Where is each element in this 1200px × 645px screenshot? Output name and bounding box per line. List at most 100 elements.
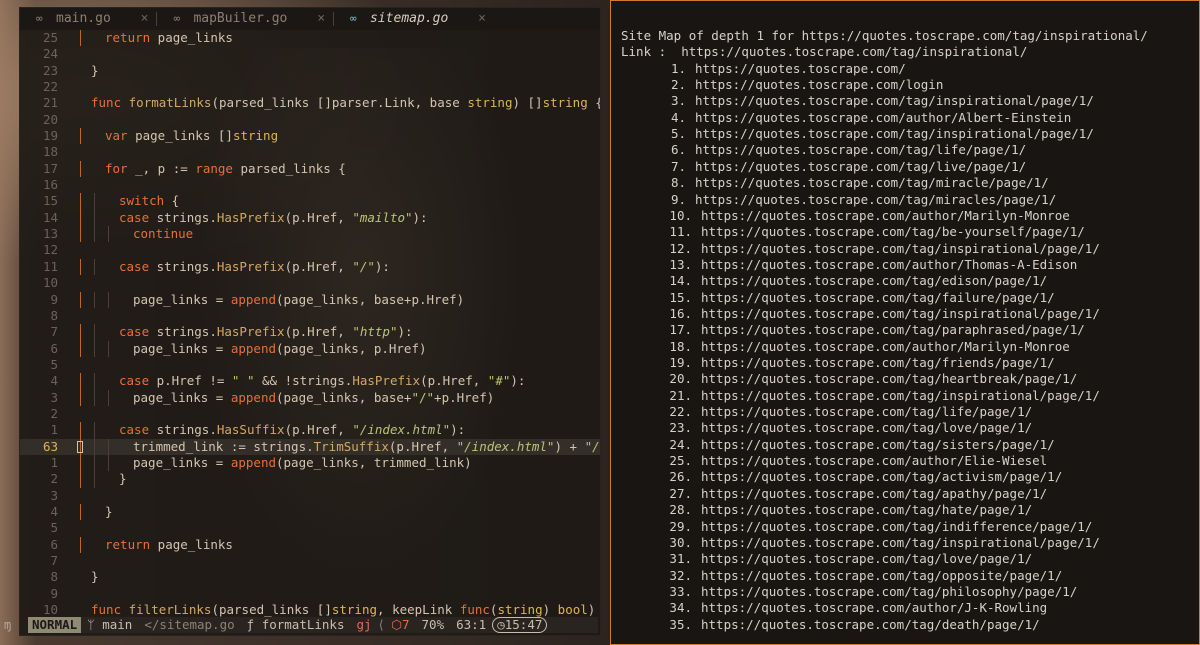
terminal-pane[interactable]: Site Map of depth 1 for https://quotes.t… [610,0,1200,645]
link-url[interactable]: https://quotes.toscrape.com/tag/edison/p… [692,273,1047,288]
link-number: 23. [669,420,692,436]
link-url[interactable]: https://quotes.toscrape.com/tag/inspirat… [692,241,1100,256]
line-number: 7 [50,324,58,340]
code-line[interactable]: 11 case strings.HasPrefix(p.Href, "/"): [20,258,600,276]
sitemap-header: Site Map of depth 1 for https://quotes.t… [621,28,1148,43]
link-url[interactable]: https://quotes.toscrape.com/ [686,61,906,76]
code-line[interactable]: 7 [20,553,600,569]
link-url[interactable]: https://quotes.toscrape.com/tag/friends/… [692,355,1055,370]
code-line[interactable]: 4} [20,503,600,521]
link-url[interactable]: https://quotes.toscrape.com/tag/live/pag… [686,159,1026,174]
link-url[interactable]: https://quotes.toscrape.com/author/Elie-… [692,453,1047,468]
code-line[interactable]: 10 [20,275,600,291]
link-url[interactable]: https://quotes.toscrape.com/tag/opposite… [692,568,1062,583]
link-url[interactable]: https://quotes.toscrape.com/tag/inspirat… [686,126,1094,141]
link-url[interactable]: https://quotes.toscrape.com/tag/death/pa… [692,617,1040,632]
code-line[interactable]: 20 [20,112,600,128]
code-token: strings. [149,324,217,340]
close-icon[interactable]: × [317,11,325,26]
code-line[interactable]: 3 page_links = append(page_links, base+"/… [20,389,600,406]
code-line[interactable]: 22 [20,79,600,95]
link-url[interactable]: https://quotes.toscrape.com/tag/inspirat… [692,388,1100,403]
link-url[interactable]: https://quotes.toscrape.com/tag/sisters/… [692,437,1055,452]
link-url[interactable]: https://quotes.toscrape.com/tag/love/pag… [692,551,1032,566]
code-line[interactable]: 8 [20,308,600,324]
link-url[interactable]: https://quotes.toscrape.com/author/J-K-R… [692,600,1047,615]
link-url[interactable]: https://quotes.toscrape.com/tag/be-yours… [692,224,1085,239]
code-line[interactable]: 15 switch { [20,193,600,210]
code-line[interactable]: 12 [20,242,600,258]
link-number: 6. [670,142,686,158]
link-url[interactable]: https://quotes.toscrape.com/author/Thoma… [692,257,1077,272]
link-url[interactable]: https://quotes.toscrape.com/tag/life/pag… [686,142,1026,157]
code-line[interactable]: 21 func formatLinks(parsed_links []parser… [20,95,600,111]
link-url[interactable]: https://quotes.toscrape.com/tag/philosop… [692,584,1077,599]
code-text: } [91,569,99,585]
link-url[interactable]: https://quotes.toscrape.com/tag/apathy/p… [692,486,1047,501]
tab-main-go[interactable]: ∞ main.go × [20,8,156,30]
code-token: "#" [487,373,511,389]
code-token: "http" [352,324,398,340]
code-line[interactable]: 25 return page_links [20,30,600,47]
code-line[interactable]: 13 continue [20,226,600,243]
link-url[interactable]: https://quotes.toscrape.com/tag/life/pag… [692,404,1032,419]
link-url[interactable]: https://quotes.toscrape.com/tag/hate/pag… [692,502,1032,517]
code-line[interactable]: 8} [20,569,600,585]
link-url[interactable]: https://quotes.toscrape.com/tag/miracle/… [686,175,1049,190]
indent-guide [80,340,81,357]
code-line[interactable]: 17 for _, p := range parsed_links { [20,160,600,178]
link-url[interactable]: https://quotes.toscrape.com/tag/inspirat… [692,535,1100,550]
link-url[interactable]: https://quotes.toscrape.com/tag/love/pag… [692,420,1032,435]
link-url[interactable]: https://quotes.toscrape.com/author/Alber… [686,110,1071,125]
code-line[interactable]: 19 var page_links []string [20,128,600,145]
indent-guide [80,160,81,178]
code-line[interactable]: 3 [20,488,600,504]
code-editor-pane[interactable]: ∞ main.go × ∞ mapBuiler.go × ∞ sitemap.g… [20,8,600,635]
code-line[interactable]: 2 [20,406,600,422]
code-line[interactable]: 5 [20,520,600,536]
code-token: bool [557,602,588,618]
code-token: strings. [149,422,217,438]
code-line[interactable]: 1 page_links = append(page_links, trimmed… [20,454,600,472]
function-icon: ƒ [246,617,255,632]
link-url[interactable]: https://quotes.toscrape.com/tag/heartbre… [692,371,1077,386]
link-url[interactable]: https://quotes.toscrape.com/tag/activism… [692,469,1062,484]
code-line[interactable]: 9 [20,586,600,602]
code-line[interactable]: 2} [20,471,600,488]
link-url[interactable]: https://quotes.toscrape.com/tag/indiffer… [692,519,1092,534]
code-line[interactable]: 5 [20,357,600,373]
code-token: "/" [584,438,600,454]
code-line[interactable]: 10 func filterLinks(parsed_links []string… [20,602,600,618]
link-url[interactable]: https://quotes.toscrape.com/login [686,77,943,92]
code-line[interactable]: 63 trimmed_link := strings.TrimSuffix(p.H… [20,438,600,455]
code-line[interactable]: 23} [20,63,600,79]
link-url[interactable]: https://quotes.toscrape.com/tag/failure/… [692,290,1055,305]
tab-sitemap-go[interactable]: ∞ sitemap.go × [334,8,494,30]
link-url[interactable]: https://quotes.toscrape.com/author/Maril… [692,208,1070,223]
code-line[interactable]: 18 [20,144,600,160]
code-line[interactable]: 6 return page_links [20,536,600,553]
sitemap-link-row: 11. https://quotes.toscrape.com/tag/be-yo… [652,224,1085,240]
link-url[interactable]: https://quotes.toscrape.com/tag/paraphra… [692,322,1085,337]
code-line[interactable]: 16 [20,177,600,193]
code-line[interactable]: 24 [20,46,600,62]
code-line[interactable]: 6 page_links = append(page_links, p.Href) [20,340,600,357]
code-line[interactable]: 1 case strings.HasSuffix(p.Href, "/index.… [20,422,600,439]
code-line[interactable]: 4 case p.Href != " " && !strings.HasPrefi… [20,373,600,390]
link-number: 30. [669,534,692,550]
code-text: page_links = append(page_links, base+"/"… [133,390,494,406]
code-line[interactable]: 9 page_links = append(page_links, base+p.… [20,291,600,308]
code-token: append [230,389,276,405]
close-icon[interactable]: × [141,11,149,26]
code-area[interactable]: 25 return page_links 24 23} 22 21 func formatL… [20,30,600,618]
link-url[interactable]: https://quotes.toscrape.com/tag/inspirat… [692,306,1100,321]
line-number: 22 [42,79,58,95]
code-token: ) [542,602,558,618]
link-url[interactable]: https://quotes.toscrape.com/author/Maril… [692,339,1070,354]
code-line[interactable]: 14 case strings.HasPrefix(p.Href, "mailto… [20,209,600,227]
link-url[interactable]: https://quotes.toscrape.com/tag/inspirat… [686,93,1094,108]
tab-mapbuiler-go[interactable]: ∞ mapBuiler.go × [157,8,333,30]
code-line[interactable]: 7 case strings.HasPrefix(p.Href, "http"): [20,324,600,341]
close-icon[interactable]: × [478,11,486,26]
link-url[interactable]: https://quotes.toscrape.com/tag/miracles… [686,192,1056,207]
